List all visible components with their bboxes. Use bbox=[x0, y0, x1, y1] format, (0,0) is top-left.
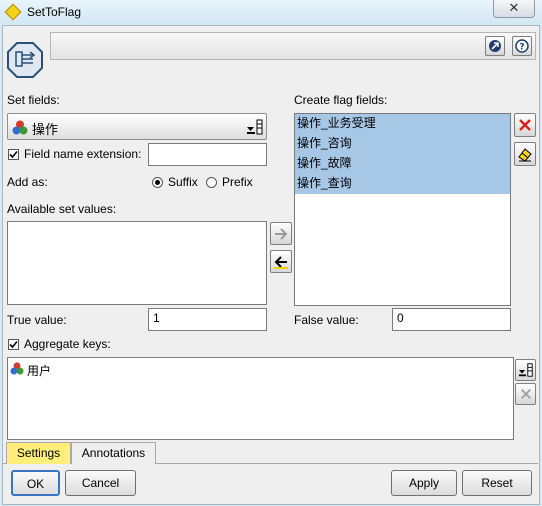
ok-button[interactable]: OK bbox=[11, 470, 60, 496]
radio-dot bbox=[155, 180, 160, 185]
field-name-extension-input[interactable] bbox=[148, 143, 267, 166]
available-set-values-label: Available set values: bbox=[7, 202, 117, 216]
create-flag-fields-label: Create flag fields: bbox=[294, 93, 388, 107]
delete-flag-button[interactable] bbox=[514, 113, 536, 137]
prefix-label: Prefix bbox=[222, 175, 253, 189]
eraser-icon bbox=[518, 148, 532, 162]
available-set-values-list[interactable] bbox=[7, 221, 267, 305]
aggregate-keys-list[interactable]: 用户 bbox=[7, 357, 514, 440]
flag-field-item[interactable]: 操作_咨询 bbox=[295, 134, 510, 154]
remove-from-flags-button[interactable] bbox=[270, 250, 292, 273]
tab-annotations[interactable]: Annotations bbox=[71, 442, 156, 464]
aggregate-keys-checkbox[interactable] bbox=[8, 339, 19, 350]
apply-button[interactable]: Apply bbox=[391, 470, 457, 496]
prefix-radio[interactable] bbox=[206, 177, 217, 188]
red-x-delete-icon bbox=[519, 119, 531, 131]
false-value-label: False value: bbox=[294, 313, 359, 327]
expand-arrow-icon bbox=[489, 40, 501, 52]
cancel-button[interactable]: Cancel bbox=[65, 470, 136, 496]
set-fields-value: 操作 bbox=[32, 122, 59, 137]
close-icon: ✕ bbox=[508, 0, 520, 15]
arrow-right-icon bbox=[275, 227, 288, 240]
field-picker-icon bbox=[247, 119, 263, 135]
close-button[interactable]: ✕ bbox=[493, 0, 535, 18]
expand-button[interactable] bbox=[485, 36, 505, 56]
window-title: SetToFlag bbox=[27, 5, 82, 19]
create-flag-fields-list[interactable]: 操作_业务受理 操作_咨询 操作_故障 操作_查询 bbox=[294, 113, 511, 306]
apply-button-label: Apply bbox=[408, 476, 440, 490]
true-value-input[interactable]: 1 bbox=[148, 308, 267, 331]
set-type-icon bbox=[12, 120, 28, 135]
true-value-label: True value: bbox=[7, 313, 67, 327]
suffix-radio[interactable] bbox=[152, 177, 163, 188]
checkmark-icon bbox=[9, 150, 18, 159]
aggregate-field-picker-button[interactable] bbox=[515, 359, 536, 381]
false-value-input[interactable]: 0 bbox=[392, 308, 511, 331]
clear-flags-button[interactable] bbox=[514, 142, 536, 166]
title-bar bbox=[0, 0, 542, 24]
flag-field-item[interactable]: 操作_查询 bbox=[295, 174, 510, 194]
header-bar bbox=[50, 32, 536, 60]
reset-button-label: Reset bbox=[481, 476, 513, 490]
reset-button[interactable]: Reset bbox=[462, 470, 532, 496]
settoflag-node-icon bbox=[7, 42, 43, 78]
help-question-icon: ? bbox=[515, 39, 529, 53]
gray-x-delete-icon bbox=[520, 389, 531, 399]
tab-settings[interactable]: Settings bbox=[6, 442, 71, 464]
remove-aggregate-key-button[interactable] bbox=[515, 383, 536, 405]
help-button[interactable]: ? bbox=[512, 36, 532, 56]
set-fields-dropdown[interactable]: 操作 bbox=[7, 113, 267, 140]
add-as-label: Add as: bbox=[7, 175, 48, 189]
arrow-left-icon bbox=[274, 255, 288, 269]
set-fields-label: Set fields: bbox=[7, 93, 60, 107]
field-picker-icon bbox=[518, 363, 533, 377]
field-name-extension-label: Field name extension: bbox=[24, 147, 142, 161]
field-name-extension-checkbox[interactable] bbox=[8, 149, 19, 160]
aggregate-keys-label: Aggregate keys: bbox=[24, 337, 111, 351]
flag-field-item[interactable]: 操作_故障 bbox=[295, 154, 510, 174]
aggregate-key-item[interactable]: 用户 bbox=[27, 362, 51, 379]
suffix-label: Suffix bbox=[168, 175, 198, 189]
svg-text:?: ? bbox=[519, 43, 524, 53]
flag-field-item[interactable]: 操作_业务受理 bbox=[295, 114, 510, 134]
checkmark-icon bbox=[9, 340, 18, 349]
set-type-icon bbox=[10, 362, 24, 375]
add-to-flags-button[interactable] bbox=[270, 222, 292, 245]
